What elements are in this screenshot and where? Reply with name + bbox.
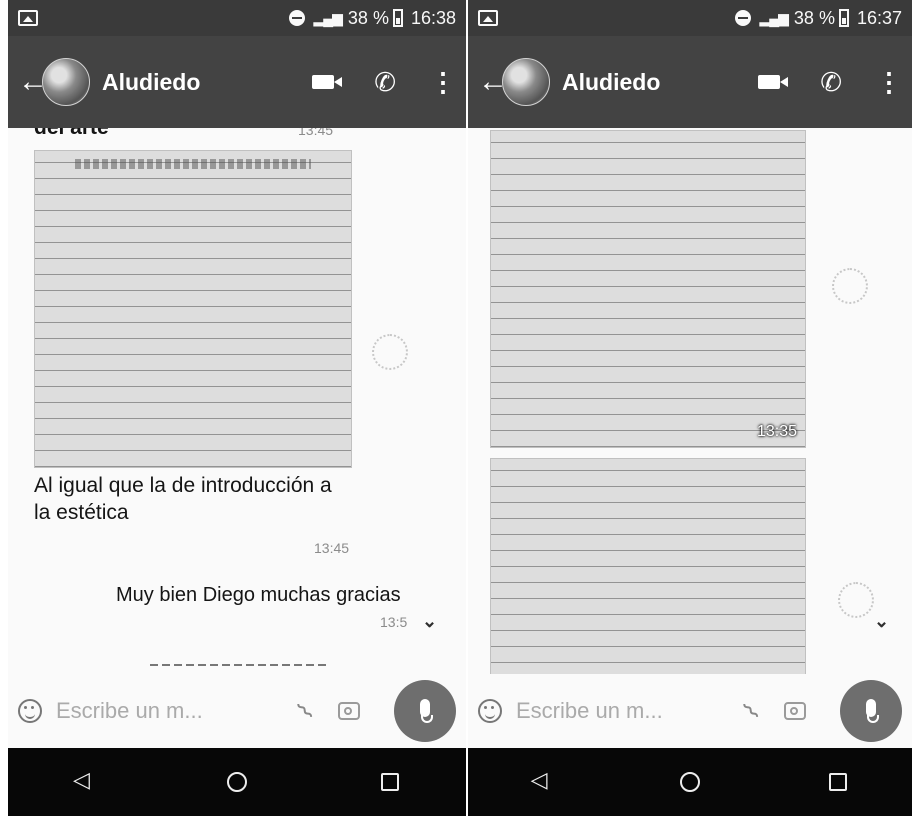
mic-icon: [866, 699, 876, 717]
outgoing-message-text: Muy bien Diego muchas gracias: [116, 584, 401, 606]
message-list[interactable]: 13:35 ⌄: [468, 128, 912, 674]
status-bar: ▂▄▆ 38 % 16:37: [468, 0, 912, 36]
battery-icon: [392, 9, 403, 27]
document-page-photo[interactable]: 13:35: [490, 130, 806, 448]
do-not-disturb-icon: [289, 10, 306, 26]
nav-back-icon[interactable]: [73, 767, 93, 793]
avatar[interactable]: [502, 58, 550, 106]
video-call-icon[interactable]: [312, 75, 343, 89]
chat-screen-right: ▂▄▆ 38 % 16:37 ← Aludiedo ✆ ⋮ 13:35 ⌄ Es…: [468, 0, 912, 816]
gallery-notification-icon: [478, 10, 498, 26]
gallery-notification-icon: [18, 10, 38, 26]
next-message-cutoff: [150, 664, 326, 666]
mic-button[interactable]: [394, 680, 456, 742]
signal-icon: ▂▄▆: [759, 9, 788, 26]
scroll-down-chevron-icon[interactable]: ⌄: [422, 612, 437, 630]
battery-percent: 38 %: [347, 7, 389, 28]
clock: 16:37: [856, 7, 902, 28]
wallpaper-doodle-icon: [832, 268, 868, 304]
signal-icon: ▂▄▆: [313, 9, 342, 26]
message-timestamp: 13:45: [314, 540, 350, 556]
message-input[interactable]: Escribe un m...: [56, 698, 300, 724]
camera-icon[interactable]: [338, 702, 360, 720]
emoji-icon[interactable]: [18, 699, 42, 723]
wallpaper-doodle-icon: [372, 334, 408, 370]
message-input[interactable]: Escribe un m...: [516, 698, 746, 724]
battery-percent: 38 %: [793, 7, 835, 28]
chat-header: ← Aludiedo ✆ ⋮: [468, 36, 912, 128]
nav-recents-icon[interactable]: [381, 773, 399, 791]
android-nav-bar: [468, 748, 912, 816]
android-nav-bar: [8, 748, 466, 816]
nav-back-icon[interactable]: [531, 767, 551, 793]
message-list[interactable]: del arte 13:45 Al igual que la de introd…: [8, 128, 466, 674]
nav-home-icon[interactable]: [679, 772, 700, 792]
camera-icon[interactable]: [784, 702, 806, 720]
message-timestamp: 13:5: [380, 614, 408, 630]
page-heading-scribble: [75, 159, 311, 169]
handwritten-page-photo[interactable]: [34, 150, 352, 468]
back-arrow-icon[interactable]: ←: [18, 67, 48, 97]
document-page-photo[interactable]: [490, 458, 806, 674]
status-bar: ▂▄▆ 38 % 16:38: [8, 0, 466, 36]
nav-home-icon[interactable]: [227, 772, 247, 792]
contact-name[interactable]: Aludiedo: [562, 69, 758, 96]
back-arrow-icon[interactable]: ←: [478, 67, 508, 97]
do-not-disturb-icon: [735, 10, 752, 26]
chat-header: ← Aludiedo ✆ ⋮: [8, 36, 466, 128]
contact-name[interactable]: Aludiedo: [102, 69, 312, 96]
phone-call-icon[interactable]: ✆: [820, 69, 842, 95]
clock: 16:38: [410, 7, 456, 28]
emoji-icon[interactable]: [478, 699, 502, 723]
composer: Escribe un m... ⌇: [8, 674, 466, 748]
cutoff-message-text: del arte: [34, 128, 109, 141]
battery-icon: [838, 9, 849, 27]
caption-text: Al igual que la de introducción a la est…: [34, 474, 332, 524]
mic-button[interactable]: [840, 680, 902, 742]
phone-call-icon[interactable]: ✆: [374, 69, 396, 95]
avatar[interactable]: [42, 58, 90, 106]
chat-screen-left: ▂▄▆ 38 % 16:38 ← Aludiedo ✆ ⋮ del arte 1…: [8, 0, 466, 816]
more-options-icon[interactable]: ⋮: [430, 69, 456, 95]
wallpaper-doodle-icon: [838, 582, 874, 618]
message-timestamp: 13:45: [298, 128, 334, 138]
video-call-icon[interactable]: [758, 75, 789, 89]
more-options-icon[interactable]: ⋮: [876, 69, 902, 95]
scroll-down-chevron-icon[interactable]: ⌄: [874, 612, 889, 630]
image-timestamp: 13:35: [756, 423, 797, 440]
composer: Escribe un m... ⌇: [468, 674, 912, 748]
mic-icon: [420, 699, 430, 717]
nav-recents-icon[interactable]: [829, 773, 848, 791]
